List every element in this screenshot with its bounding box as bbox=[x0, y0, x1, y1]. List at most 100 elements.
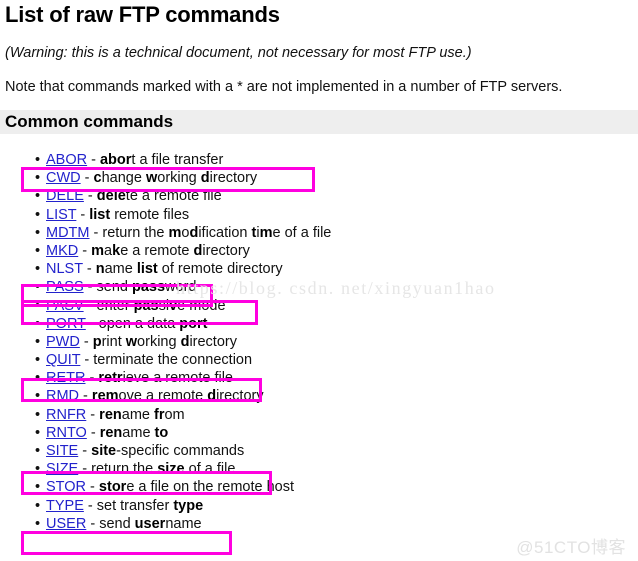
command-list-item: • PORT - open a data port bbox=[0, 315, 638, 333]
command-link-mdtm[interactable]: MDTM bbox=[46, 225, 90, 241]
description-bold-fragment: d bbox=[207, 388, 217, 405]
command-separator: - bbox=[78, 443, 92, 459]
command-link-quit[interactable]: QUIT bbox=[46, 352, 80, 368]
description-bold-fragment: fr bbox=[154, 406, 165, 423]
description-bold-fragment: pass bbox=[131, 279, 166, 296]
bullet-icon: • bbox=[35, 352, 41, 369]
command-link-rmd[interactable]: RMD bbox=[46, 388, 79, 404]
command-link-mkd[interactable]: MKD bbox=[46, 243, 78, 259]
description-bold-fragment: type bbox=[173, 497, 204, 514]
command-link-cwd[interactable]: CWD bbox=[46, 170, 81, 186]
command-list-item: • USER - send username bbox=[0, 515, 638, 533]
command-separator: - bbox=[79, 388, 92, 405]
command-list-item: • RETR - retrieve a remote file bbox=[0, 369, 638, 387]
command-description: make a remote directory bbox=[91, 243, 250, 259]
description-bold-fragment: p bbox=[92, 333, 102, 350]
command-description: set transfer type bbox=[97, 498, 203, 514]
command-description: site-specific commands bbox=[91, 443, 244, 459]
command-separator: - bbox=[86, 479, 99, 496]
command-list-item: • NLST - name list of remote directory bbox=[0, 260, 638, 278]
command-link-dele[interactable]: DELE bbox=[46, 188, 84, 204]
description-bold-fragment: port bbox=[179, 315, 208, 332]
asterisk-note: Note that commands marked with a * are n… bbox=[5, 79, 563, 95]
command-separator: - bbox=[78, 461, 92, 478]
command-list-item: • PWD - print working directory bbox=[0, 333, 638, 351]
section-heading-common-commands: Common commands bbox=[5, 112, 174, 131]
description-bold-fragment: abor bbox=[99, 152, 132, 168]
command-link-port[interactable]: PORT bbox=[46, 316, 86, 332]
command-list-item: • RNTO - rename to bbox=[0, 424, 638, 442]
description-bold-fragment: rem bbox=[91, 388, 119, 405]
command-separator: - bbox=[86, 424, 100, 441]
command-link-rnto[interactable]: RNTO bbox=[46, 425, 87, 441]
bullet-icon: • bbox=[35, 170, 41, 187]
command-link-user[interactable]: USER bbox=[46, 516, 86, 532]
command-separator: - bbox=[78, 242, 92, 259]
command-description: store a file on the remote host bbox=[99, 479, 294, 495]
command-link-abor[interactable]: ABOR bbox=[46, 152, 87, 168]
description-fragment: name bbox=[165, 515, 202, 532]
command-description: print working directory bbox=[93, 334, 237, 350]
description-bold-fragment: list bbox=[89, 206, 111, 223]
command-link-pass[interactable]: PASS bbox=[46, 279, 84, 295]
description-fragment: ame bbox=[121, 406, 154, 423]
command-separator: - bbox=[87, 152, 100, 168]
bullet-icon: • bbox=[35, 497, 41, 514]
bullet-icon: • bbox=[35, 424, 41, 441]
description-bold-fragment: m bbox=[168, 224, 182, 241]
command-description: retrieve a remote file bbox=[98, 370, 233, 386]
command-description: return the modification time of a file bbox=[102, 225, 331, 241]
description-bold-fragment: ren bbox=[99, 424, 123, 441]
command-description: return the size of a file bbox=[91, 461, 235, 477]
command-list-item: • PASV - enter passive mode bbox=[0, 297, 638, 315]
command-list-item: • QUIT - terminate the connection bbox=[0, 351, 638, 369]
description-bold-fragment: user bbox=[134, 515, 166, 532]
command-link-size[interactable]: SIZE bbox=[46, 461, 78, 477]
bullet-icon: • bbox=[35, 152, 41, 168]
description-fragment: orking bbox=[137, 333, 181, 350]
command-description: remove a remote directory bbox=[92, 388, 264, 404]
description-bold-fragment: v bbox=[169, 297, 178, 314]
command-description: rename from bbox=[99, 407, 184, 423]
command-description: abort a file transfer bbox=[100, 152, 223, 168]
command-link-list[interactable]: LIST bbox=[46, 207, 76, 223]
description-fragment: open a data bbox=[98, 315, 180, 332]
command-link-type[interactable]: TYPE bbox=[46, 498, 84, 514]
description-fragment: of remote directory bbox=[157, 261, 283, 278]
document-page: List of raw FTP commands (Warning: this … bbox=[0, 0, 638, 561]
description-fragment: ame bbox=[104, 261, 137, 278]
bullet-icon: • bbox=[35, 370, 41, 387]
command-separator: - bbox=[83, 279, 97, 296]
command-link-pwd[interactable]: PWD bbox=[46, 334, 80, 350]
description-bold-fragment: ren bbox=[99, 406, 122, 423]
bullet-icon: • bbox=[35, 279, 41, 296]
description-fragment: irectory bbox=[202, 242, 250, 259]
command-list-item: • RMD - remove a remote directory bbox=[0, 387, 638, 405]
command-separator: - bbox=[80, 352, 94, 369]
command-list-item: • CWD - change working directory bbox=[0, 169, 638, 187]
command-link-stor[interactable]: STOR bbox=[46, 479, 86, 495]
description-bold-fragment: d bbox=[200, 170, 210, 187]
command-link-retr[interactable]: RETR bbox=[46, 370, 85, 386]
description-bold-fragment: pas bbox=[133, 297, 159, 314]
description-fragment: return the bbox=[91, 461, 158, 478]
command-separator: - bbox=[76, 206, 90, 223]
command-separator: - bbox=[82, 261, 96, 278]
watermark-corner: @51CTO博客 bbox=[516, 538, 626, 557]
description-bold-fragment: d bbox=[189, 224, 199, 241]
command-list: • ABOR - abort a file transfer • CWD - chan… bbox=[0, 151, 638, 533]
description-fragment: a bbox=[104, 242, 113, 259]
description-fragment: e mode bbox=[177, 297, 226, 314]
command-link-pasv[interactable]: PASV bbox=[46, 298, 84, 314]
bullet-icon: • bbox=[35, 515, 41, 532]
description-bold-fragment: m bbox=[91, 242, 105, 259]
command-description: terminate the connection bbox=[93, 352, 252, 368]
bullet-icon: • bbox=[35, 406, 41, 423]
command-link-nlst[interactable]: NLST bbox=[46, 261, 83, 277]
command-list-item: • MDTM - return the modification time of … bbox=[0, 224, 638, 242]
command-description: delete a remote file bbox=[97, 188, 222, 204]
description-fragment: rint bbox=[101, 333, 126, 350]
command-link-site[interactable]: SITE bbox=[46, 443, 78, 459]
command-list-item: • RNFR - rename from bbox=[0, 406, 638, 424]
command-link-rnfr[interactable]: RNFR bbox=[46, 407, 86, 423]
